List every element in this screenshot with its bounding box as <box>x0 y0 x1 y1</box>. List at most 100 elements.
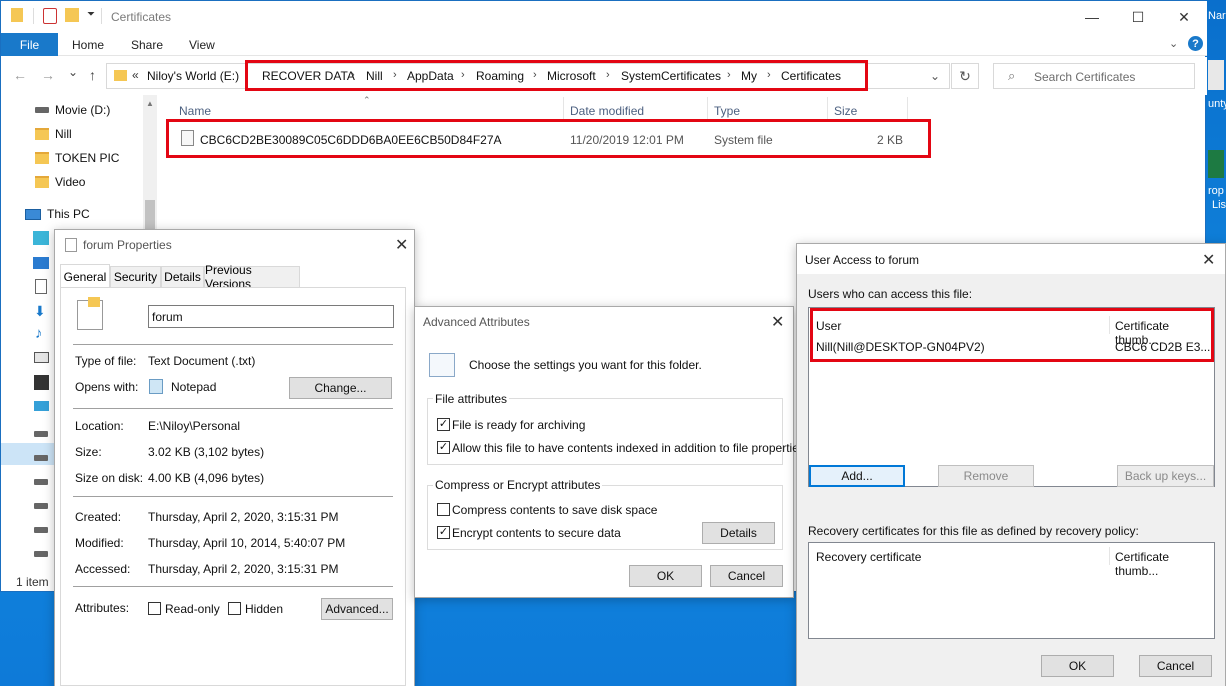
documents-icon[interactable] <box>35 279 47 294</box>
drive-icon[interactable] <box>34 431 48 437</box>
backup-keys-button[interactable]: Back up keys... <box>1117 465 1214 487</box>
maximize-button[interactable]: ☐ <box>1115 1 1161 33</box>
sidebar-item-token-pic[interactable]: TOKEN PIC <box>35 151 119 165</box>
drive-icon[interactable] <box>34 527 48 533</box>
column-type[interactable]: Type <box>714 104 740 118</box>
dialog-title: Advanced Attributes <box>423 315 530 329</box>
new-folder-icon[interactable] <box>65 8 79 22</box>
search-box[interactable]: ⌕ Search Certificates <box>993 63 1195 89</box>
desktop-file-icon[interactable] <box>1208 60 1224 90</box>
sidebar-item-this-pc[interactable]: This PC <box>25 207 90 221</box>
column-separator[interactable] <box>1109 547 1110 565</box>
close-icon[interactable]: ✕ <box>771 312 784 332</box>
column-separator[interactable] <box>563 97 564 121</box>
column-separator[interactable] <box>907 97 908 121</box>
crumb-drive[interactable]: Niloy's World (E:) <box>147 69 239 83</box>
recovery-list[interactable]: Recovery certificate Certificate thumb..… <box>808 542 1215 639</box>
index-label[interactable]: Allow this file to have contents indexed… <box>452 441 805 455</box>
sidebar-item-nill[interactable]: Nill <box>35 127 72 141</box>
overflow-crumb[interactable]: « <box>132 68 139 82</box>
cancel-button[interactable]: Cancel <box>710 565 783 587</box>
address-highlight <box>245 60 868 91</box>
change-button[interactable]: Change... <box>289 377 392 399</box>
accessed-value: Thursday, April 2, 2020, 3:15:31 PM <box>148 562 339 576</box>
desktop-icon-label[interactable]: Lis <box>1212 199 1226 211</box>
size-label: Size: <box>75 445 102 459</box>
desktop-folder-icon[interactable] <box>33 257 49 269</box>
archive-label[interactable]: File is ready for archiving <box>452 418 585 432</box>
desktop-icon-label[interactable]: unty <box>1208 98 1226 110</box>
pictures-icon[interactable] <box>34 352 49 363</box>
refresh-button[interactable]: ↻ <box>951 63 979 89</box>
cancel-button[interactable]: Cancel <box>1139 655 1212 677</box>
desktop-icon-label[interactable]: Nar <box>1208 10 1226 22</box>
column-separator[interactable] <box>707 97 708 121</box>
location-value: E:\Niloy\Personal <box>148 419 241 433</box>
close-icon[interactable]: ✕ <box>1202 250 1215 270</box>
attributes-list-icon <box>429 353 455 377</box>
up-button[interactable]: ↑ <box>89 67 96 83</box>
sidebar-item-movie[interactable]: Movie (D:) <box>35 103 110 117</box>
help-icon[interactable]: ? <box>1188 36 1203 51</box>
ok-button[interactable]: OK <box>629 565 702 587</box>
expand-ribbon-icon[interactable]: ⌄ <box>1169 37 1178 50</box>
remove-button[interactable]: Remove <box>938 465 1034 487</box>
tab-previous-versions[interactable]: Previous Versions <box>204 263 300 291</box>
hidden-checkbox[interactable] <box>228 602 241 615</box>
advanced-button[interactable]: Advanced... <box>321 598 393 620</box>
close-icon[interactable]: ✕ <box>395 235 408 255</box>
tab-security[interactable]: Security <box>110 266 161 287</box>
column-name[interactable]: Name <box>179 104 211 118</box>
ok-button[interactable]: OK <box>1041 655 1114 677</box>
tab-home[interactable]: Home <box>72 38 104 52</box>
column-recovery-thumb[interactable]: Certificate thumb... <box>1115 550 1214 578</box>
drive-icon[interactable] <box>34 479 48 485</box>
computer-icon <box>25 208 41 220</box>
readonly-label[interactable]: Read-only <box>165 602 220 616</box>
videos-icon[interactable] <box>34 375 49 390</box>
scroll-up-icon[interactable]: ▲ <box>146 99 154 108</box>
minimize-button[interactable]: — <box>1069 1 1115 33</box>
back-button[interactable]: ← <box>13 67 27 83</box>
close-button[interactable]: ✕ <box>1161 1 1207 33</box>
folder-icon <box>35 152 49 164</box>
local-disk-icon[interactable] <box>34 401 49 411</box>
music-icon[interactable]: ♪ <box>35 325 43 342</box>
address-history-icon[interactable]: ⌄ <box>930 69 940 83</box>
tab-details[interactable]: Details <box>161 266 204 287</box>
properties-quick-icon[interactable] <box>43 8 57 24</box>
drive-icon[interactable] <box>34 551 48 557</box>
add-button[interactable]: Add... <box>809 465 905 487</box>
column-date-modified[interactable]: Date modified <box>570 104 644 118</box>
details-button[interactable]: Details <box>702 522 775 544</box>
downloads-icon[interactable]: ⬇ <box>34 303 46 320</box>
desktop-icon-label[interactable]: rop <box>1208 185 1224 197</box>
recent-locations-button[interactable]: ⌄ <box>68 65 78 79</box>
encrypt-checkbox[interactable]: ✓ <box>437 526 450 539</box>
index-checkbox[interactable]: ✓ <box>437 441 450 454</box>
tab-general[interactable]: General <box>60 264 110 288</box>
drive-icon[interactable] <box>34 503 48 509</box>
tab-share[interactable]: Share <box>131 38 163 52</box>
archive-checkbox[interactable]: ✓ <box>437 418 450 431</box>
drive-icon[interactable] <box>34 455 48 461</box>
column-separator[interactable] <box>827 97 828 121</box>
forward-button[interactable]: → <box>41 67 55 83</box>
hidden-label[interactable]: Hidden <box>245 602 283 616</box>
filename-input[interactable]: forum <box>148 305 394 328</box>
customize-quick-access-icon[interactable]: ⏷ <box>87 9 95 20</box>
encrypt-label[interactable]: Encrypt contents to secure data <box>452 526 621 540</box>
tab-view[interactable]: View <box>189 38 215 52</box>
column-recovery-cert[interactable]: Recovery certificate <box>816 550 921 564</box>
tab-file[interactable]: File <box>1 33 58 56</box>
notepad-icon <box>149 379 163 394</box>
folder-icon <box>35 128 49 140</box>
compress-checkbox[interactable] <box>437 503 450 516</box>
excel-file-icon[interactable] <box>1208 150 1224 178</box>
column-size[interactable]: Size <box>834 104 857 118</box>
scrollbar-thumb[interactable] <box>145 200 155 230</box>
compress-label[interactable]: Compress contents to save disk space <box>452 503 657 517</box>
3d-objects-icon[interactable] <box>33 231 49 245</box>
readonly-checkbox[interactable] <box>148 602 161 615</box>
sidebar-item-video[interactable]: Video <box>35 175 85 189</box>
